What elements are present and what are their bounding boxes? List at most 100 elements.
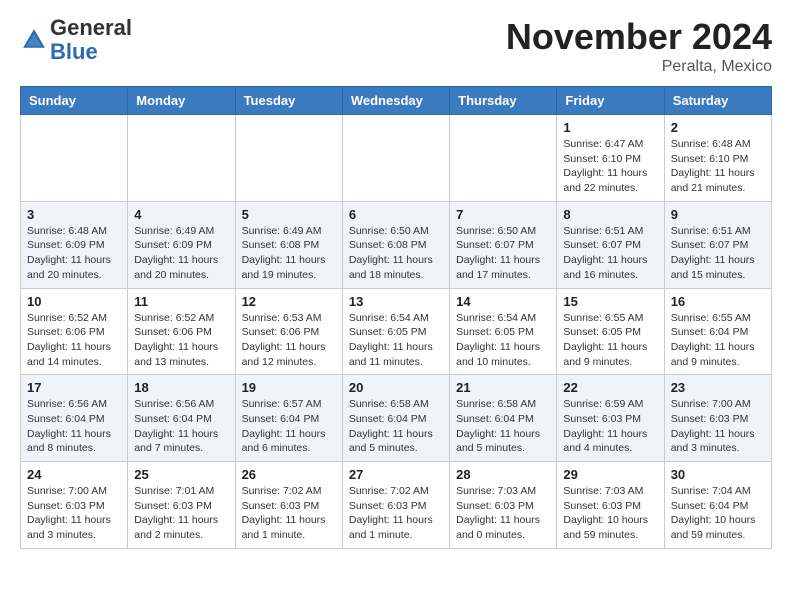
calendar-day-cell: 28 Sunrise: 7:03 AMSunset: 6:03 PMDayligh…	[450, 462, 557, 549]
calendar-day-cell: 8 Sunrise: 6:51 AMSunset: 6:07 PMDaylight…	[557, 201, 664, 288]
day-number: 23	[671, 380, 765, 395]
weekday-header: Saturday	[664, 87, 771, 115]
day-info: Sunrise: 6:58 AMSunset: 6:04 PMDaylight:…	[349, 397, 443, 456]
day-info: Sunrise: 6:53 AMSunset: 6:06 PMDaylight:…	[242, 311, 336, 370]
day-number: 18	[134, 380, 228, 395]
day-number: 19	[242, 380, 336, 395]
day-info: Sunrise: 6:52 AMSunset: 6:06 PMDaylight:…	[27, 311, 121, 370]
calendar-header-row: SundayMondayTuesdayWednesdayThursdayFrid…	[21, 87, 772, 115]
day-number: 8	[563, 207, 657, 222]
day-info: Sunrise: 7:03 AMSunset: 6:03 PMDaylight:…	[456, 484, 550, 543]
day-info: Sunrise: 7:00 AMSunset: 6:03 PMDaylight:…	[27, 484, 121, 543]
day-info: Sunrise: 6:51 AMSunset: 6:07 PMDaylight:…	[671, 224, 765, 283]
day-info: Sunrise: 6:52 AMSunset: 6:06 PMDaylight:…	[134, 311, 228, 370]
calendar-day-cell: 15Sunrise: 6:55 AMSunset: 6:05 PMDayligh…	[557, 288, 664, 375]
calendar-day-cell: 5 Sunrise: 6:49 AMSunset: 6:08 PMDaylight…	[235, 201, 342, 288]
day-info: Sunrise: 6:50 AMSunset: 6:07 PMDaylight:…	[456, 224, 550, 283]
calendar-day-cell: 27Sunrise: 7:02 AMSunset: 6:03 PMDayligh…	[342, 462, 449, 549]
day-number: 9	[671, 207, 765, 222]
day-number: 5	[242, 207, 336, 222]
day-number: 24	[27, 467, 121, 482]
calendar-day-cell: 21 Sunrise: 6:58 AMSunset: 6:04 PMDayligh…	[450, 375, 557, 462]
day-info: Sunrise: 7:01 AMSunset: 6:03 PMDaylight:…	[134, 484, 228, 543]
calendar-day-cell: 6Sunrise: 6:50 AMSunset: 6:08 PMDaylight…	[342, 201, 449, 288]
logo-icon	[20, 26, 48, 54]
calendar-day-cell: 10 Sunrise: 6:52 AMSunset: 6:06 PMDayligh…	[21, 288, 128, 375]
calendar-week-row: 1 Sunrise: 6:47 AMSunset: 6:10 PMDaylight…	[21, 115, 772, 202]
calendar-day-cell: 18 Sunrise: 6:56 AMSunset: 6:04 PMDayligh…	[128, 375, 235, 462]
day-number: 4	[134, 207, 228, 222]
day-number: 25	[134, 467, 228, 482]
calendar-day-cell: 3Sunrise: 6:48 AMSunset: 6:09 PMDaylight…	[21, 201, 128, 288]
weekday-header: Wednesday	[342, 87, 449, 115]
weekday-header: Tuesday	[235, 87, 342, 115]
calendar-empty-cell	[342, 115, 449, 202]
day-number: 1	[563, 120, 657, 135]
day-info: Sunrise: 6:55 AMSunset: 6:04 PMDaylight:…	[671, 311, 765, 370]
day-number: 6	[349, 207, 443, 222]
day-info: Sunrise: 7:04 AMSunset: 6:04 PMDaylight:…	[671, 484, 765, 543]
day-number: 30	[671, 467, 765, 482]
calendar-week-row: 10 Sunrise: 6:52 AMSunset: 6:06 PMDayligh…	[21, 288, 772, 375]
day-number: 13	[349, 294, 443, 309]
day-number: 20	[349, 380, 443, 395]
day-info: Sunrise: 6:51 AMSunset: 6:07 PMDaylight:…	[563, 224, 657, 283]
day-number: 7	[456, 207, 550, 222]
calendar-week-row: 3Sunrise: 6:48 AMSunset: 6:09 PMDaylight…	[21, 201, 772, 288]
day-info: Sunrise: 6:58 AMSunset: 6:04 PMDaylight:…	[456, 397, 550, 456]
day-number: 28	[456, 467, 550, 482]
day-number: 21	[456, 380, 550, 395]
logo-general-text: General	[50, 15, 132, 40]
day-info: Sunrise: 6:49 AMSunset: 6:08 PMDaylight:…	[242, 224, 336, 283]
day-info: Sunrise: 7:03 AMSunset: 6:03 PMDaylight:…	[563, 484, 657, 543]
calendar-day-cell: 1 Sunrise: 6:47 AMSunset: 6:10 PMDaylight…	[557, 115, 664, 202]
calendar-empty-cell	[21, 115, 128, 202]
day-info: Sunrise: 7:00 AMSunset: 6:03 PMDaylight:…	[671, 397, 765, 456]
logo-blue-text: Blue	[50, 39, 98, 64]
calendar-week-row: 17 Sunrise: 6:56 AMSunset: 6:04 PMDayligh…	[21, 375, 772, 462]
day-info: Sunrise: 6:47 AMSunset: 6:10 PMDaylight:…	[563, 137, 657, 196]
day-number: 29	[563, 467, 657, 482]
day-number: 2	[671, 120, 765, 135]
calendar-day-cell: 17 Sunrise: 6:56 AMSunset: 6:04 PMDayligh…	[21, 375, 128, 462]
weekday-header: Monday	[128, 87, 235, 115]
weekday-header: Friday	[557, 87, 664, 115]
calendar-day-cell: 25 Sunrise: 7:01 AMSunset: 6:03 PMDayligh…	[128, 462, 235, 549]
calendar-day-cell: 11Sunrise: 6:52 AMSunset: 6:06 PMDayligh…	[128, 288, 235, 375]
day-number: 16	[671, 294, 765, 309]
calendar-empty-cell	[450, 115, 557, 202]
day-info: Sunrise: 6:55 AMSunset: 6:05 PMDaylight:…	[563, 311, 657, 370]
header: General Blue November 2024 Peralta, Mexi…	[20, 16, 772, 76]
day-info: Sunrise: 6:57 AMSunset: 6:04 PMDaylight:…	[242, 397, 336, 456]
calendar-day-cell: 12 Sunrise: 6:53 AMSunset: 6:06 PMDayligh…	[235, 288, 342, 375]
day-number: 17	[27, 380, 121, 395]
day-info: Sunrise: 7:02 AMSunset: 6:03 PMDaylight:…	[349, 484, 443, 543]
day-info: Sunrise: 6:59 AMSunset: 6:03 PMDaylight:…	[563, 397, 657, 456]
day-info: Sunrise: 6:48 AMSunset: 6:10 PMDaylight:…	[671, 137, 765, 196]
location: Peralta, Mexico	[506, 58, 772, 76]
day-info: Sunrise: 6:56 AMSunset: 6:04 PMDaylight:…	[134, 397, 228, 456]
calendar-empty-cell	[235, 115, 342, 202]
day-info: Sunrise: 6:56 AMSunset: 6:04 PMDaylight:…	[27, 397, 121, 456]
calendar-day-cell: 7 Sunrise: 6:50 AMSunset: 6:07 PMDaylight…	[450, 201, 557, 288]
weekday-header: Sunday	[21, 87, 128, 115]
logo: General Blue	[20, 16, 132, 64]
calendar-day-cell: 4Sunrise: 6:49 AMSunset: 6:09 PMDaylight…	[128, 201, 235, 288]
calendar-day-cell: 23 Sunrise: 7:00 AMSunset: 6:03 PMDayligh…	[664, 375, 771, 462]
day-number: 14	[456, 294, 550, 309]
day-number: 22	[563, 380, 657, 395]
month-title: November 2024	[506, 16, 772, 58]
day-number: 10	[27, 294, 121, 309]
calendar-day-cell: 24 Sunrise: 7:00 AMSunset: 6:03 PMDayligh…	[21, 462, 128, 549]
calendar-week-row: 24 Sunrise: 7:00 AMSunset: 6:03 PMDayligh…	[21, 462, 772, 549]
calendar-day-cell: 30 Sunrise: 7:04 AMSunset: 6:04 PMDayligh…	[664, 462, 771, 549]
calendar-day-cell: 26 Sunrise: 7:02 AMSunset: 6:03 PMDayligh…	[235, 462, 342, 549]
day-number: 12	[242, 294, 336, 309]
calendar-day-cell: 16 Sunrise: 6:55 AMSunset: 6:04 PMDayligh…	[664, 288, 771, 375]
day-number: 26	[242, 467, 336, 482]
day-info: Sunrise: 6:54 AMSunset: 6:05 PMDaylight:…	[349, 311, 443, 370]
day-info: Sunrise: 7:02 AMSunset: 6:03 PMDaylight:…	[242, 484, 336, 543]
calendar-day-cell: 13 Sunrise: 6:54 AMSunset: 6:05 PMDayligh…	[342, 288, 449, 375]
day-info: Sunrise: 6:54 AMSunset: 6:05 PMDaylight:…	[456, 311, 550, 370]
calendar-day-cell: 9 Sunrise: 6:51 AMSunset: 6:07 PMDaylight…	[664, 201, 771, 288]
